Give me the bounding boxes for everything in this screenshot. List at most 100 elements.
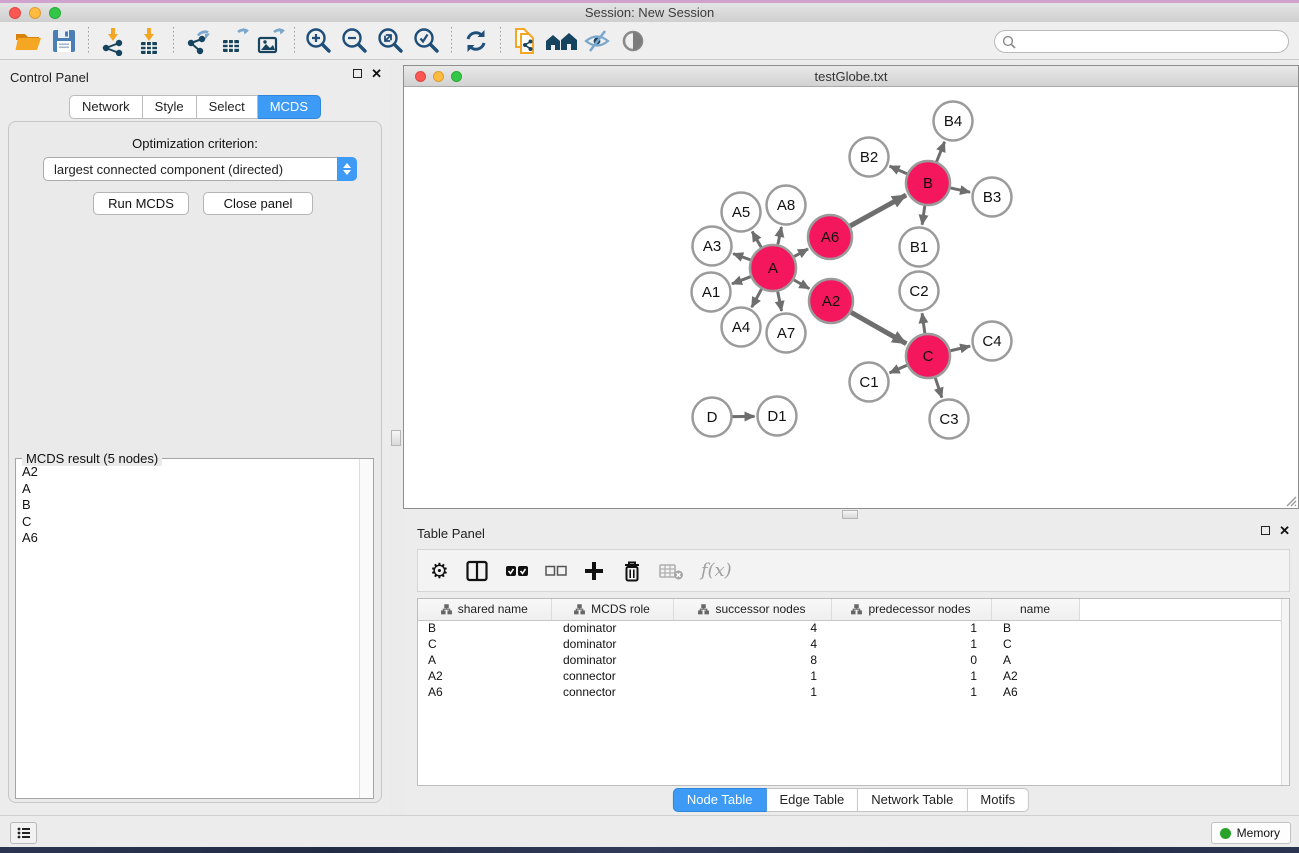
cell-successor-nodes[interactable]: 4 xyxy=(673,620,831,636)
edge-B-B2[interactable] xyxy=(890,166,907,174)
cell-successor-nodes[interactable]: 1 xyxy=(673,684,831,700)
cell-shared-name[interactable]: A xyxy=(418,652,551,668)
result-item[interactable]: C xyxy=(16,514,359,531)
edge-A-A4[interactable] xyxy=(752,289,762,307)
edge-A-A8[interactable] xyxy=(778,227,782,244)
cell-MCDS-role[interactable]: dominator xyxy=(551,636,673,652)
zoom-out-icon[interactable] xyxy=(337,25,373,57)
edge-C-C4[interactable] xyxy=(950,346,970,351)
open-session-icon[interactable] xyxy=(10,25,46,57)
edge-A-A3[interactable] xyxy=(733,254,750,260)
edge-A-A5[interactable] xyxy=(752,232,761,248)
table-scrollbar[interactable] xyxy=(1281,599,1289,785)
table-settings-gear-icon[interactable]: ⚙ xyxy=(430,556,449,586)
cell-predecessor-nodes[interactable]: 1 xyxy=(831,636,991,652)
cell-MCDS-role[interactable]: connector xyxy=(551,684,673,700)
import-table-icon[interactable] xyxy=(131,25,167,57)
network-graph[interactable]: B4B2BB3A5A8A6A3AB1A1A2C2A4A7C4CC1C3DD1 xyxy=(404,87,1298,508)
table-row[interactable]: Cdominator41C xyxy=(418,636,1283,652)
edge-C-C1[interactable] xyxy=(890,365,907,373)
cell-MCDS-role[interactable]: connector xyxy=(551,668,673,684)
home-icon[interactable] xyxy=(543,25,579,57)
run-mcds-button[interactable]: Run MCDS xyxy=(93,192,189,215)
show-panel-eye-icon[interactable] xyxy=(615,25,651,57)
deselect-all-rows-icon[interactable] xyxy=(545,556,567,586)
edge-A-A6[interactable] xyxy=(794,249,808,257)
cell-successor-nodes[interactable]: 1 xyxy=(673,668,831,684)
show-columns-icon[interactable] xyxy=(465,556,489,586)
edge-A-A7[interactable] xyxy=(778,292,782,311)
zoom-selected-icon[interactable] xyxy=(409,25,445,57)
float-panel-icon[interactable] xyxy=(1261,526,1270,535)
table-row[interactable]: A2connector11A2 xyxy=(418,668,1283,684)
cell-shared-name[interactable]: B xyxy=(418,620,551,636)
edge-B-B4[interactable] xyxy=(937,142,945,162)
edge-B-B3[interactable] xyxy=(950,188,970,192)
memory-button[interactable]: Memory xyxy=(1211,822,1291,844)
cell-name[interactable]: A xyxy=(991,652,1079,668)
cell-name[interactable]: A6 xyxy=(991,684,1079,700)
cell-name[interactable]: C xyxy=(991,636,1079,652)
save-session-icon[interactable] xyxy=(46,25,82,57)
result-item[interactable]: A xyxy=(16,481,359,498)
cell-predecessor-nodes[interactable]: 1 xyxy=(831,684,991,700)
table-row[interactable]: A6connector11A6 xyxy=(418,684,1283,700)
edge-A2-C[interactable] xyxy=(851,312,906,343)
delete-column-trash-icon[interactable] xyxy=(621,556,643,586)
column-header-predecessor-nodes[interactable]: predecessor nodes xyxy=(831,599,991,620)
cell-name[interactable]: A2 xyxy=(991,668,1079,684)
zoom-in-icon[interactable] xyxy=(301,25,337,57)
cell-name[interactable]: B xyxy=(991,620,1079,636)
tab-mcds[interactable]: MCDS xyxy=(258,95,321,119)
node-table[interactable]: shared nameMCDS rolesuccessor nodesprede… xyxy=(417,598,1290,786)
cell-predecessor-nodes[interactable]: 1 xyxy=(831,620,991,636)
import-network-icon[interactable] xyxy=(95,25,131,57)
edge-A-A1[interactable] xyxy=(732,277,751,284)
edge-C-C2[interactable] xyxy=(922,313,925,333)
task-history-button[interactable] xyxy=(10,822,37,844)
select-all-rows-icon[interactable] xyxy=(505,556,529,586)
edge-A-A2[interactable] xyxy=(794,280,809,289)
tab-node-table[interactable]: Node Table xyxy=(673,788,767,812)
network-canvas[interactable]: B4B2BB3A5A8A6A3AB1A1A2C2A4A7C4CC1C3DD1 xyxy=(404,87,1298,508)
tab-edge-table[interactable]: Edge Table xyxy=(766,788,858,812)
tab-network-table[interactable]: Network Table xyxy=(858,788,967,812)
criterion-dropdown[interactable]: largest connected component (directed) xyxy=(43,157,357,181)
cell-MCDS-role[interactable]: dominator xyxy=(551,620,673,636)
vertical-splitter[interactable] xyxy=(390,60,403,815)
network-window-titlebar[interactable]: testGlobe.txt xyxy=(404,66,1298,87)
tab-style[interactable]: Style xyxy=(143,95,197,119)
export-image-icon[interactable] xyxy=(252,25,288,57)
search-field[interactable] xyxy=(994,30,1289,53)
zoom-fit-icon[interactable] xyxy=(373,25,409,57)
tab-network[interactable]: Network xyxy=(69,95,143,119)
cell-MCDS-role[interactable]: dominator xyxy=(551,652,673,668)
table-row[interactable]: Adominator80A xyxy=(418,652,1283,668)
result-item[interactable]: A6 xyxy=(16,530,359,547)
edge-C-C3[interactable] xyxy=(935,378,942,398)
column-header-MCDS-role[interactable]: MCDS role xyxy=(551,599,673,620)
add-column-icon[interactable] xyxy=(583,556,605,586)
column-header-successor-nodes[interactable]: successor nodes xyxy=(673,599,831,620)
result-scrollbar[interactable] xyxy=(359,459,373,798)
refresh-layout-icon[interactable] xyxy=(458,25,494,57)
cell-successor-nodes[interactable]: 8 xyxy=(673,652,831,668)
hide-panel-eye-icon[interactable] xyxy=(579,25,615,57)
edge-B-B1[interactable] xyxy=(922,206,925,225)
close-panel-button[interactable]: Close panel xyxy=(203,192,313,215)
cell-predecessor-nodes[interactable]: 1 xyxy=(831,668,991,684)
tab-select[interactable]: Select xyxy=(197,95,258,119)
column-header-shared-name[interactable]: shared name xyxy=(418,599,551,620)
result-item[interactable]: A2 xyxy=(16,464,359,481)
cell-successor-nodes[interactable]: 4 xyxy=(673,636,831,652)
cell-shared-name[interactable]: C xyxy=(418,636,551,652)
mcds-result-list[interactable]: A2ABCA6 xyxy=(16,464,359,798)
column-header-name[interactable]: name xyxy=(991,599,1079,620)
clone-network-icon[interactable] xyxy=(507,25,543,57)
resize-grip[interactable] xyxy=(1284,494,1297,507)
edge-A6-B[interactable] xyxy=(850,195,906,226)
export-table-icon[interactable] xyxy=(216,25,252,57)
search-input[interactable] xyxy=(1020,35,1288,49)
result-item[interactable]: B xyxy=(16,497,359,514)
cell-shared-name[interactable]: A6 xyxy=(418,684,551,700)
